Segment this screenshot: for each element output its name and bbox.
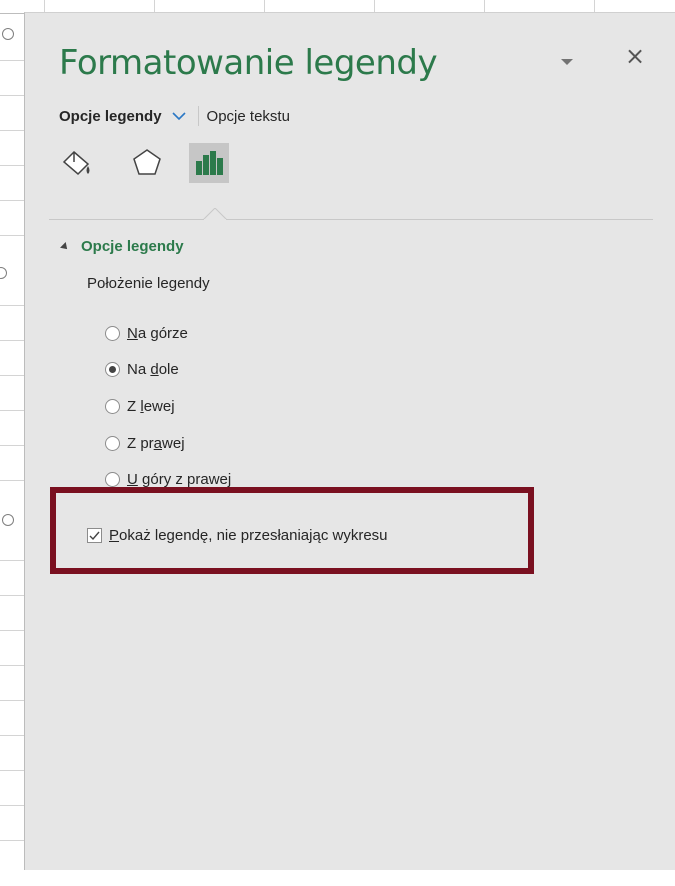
legend-position-label: Położenie legendy (87, 275, 210, 292)
close-button[interactable]: × (622, 43, 648, 69)
radio-label: Na dole (127, 361, 179, 378)
chevron-down-icon[interactable] (171, 109, 186, 123)
radio-left[interactable]: Z lewej (105, 398, 175, 415)
section-title: Opcje legendy (81, 238, 184, 255)
legend-options-button[interactable] (189, 143, 229, 183)
radio-top[interactable]: Na górze (105, 325, 188, 342)
active-tab-pointer (203, 208, 227, 220)
highlight-annotation-box (50, 487, 534, 574)
radio-button[interactable] (105, 399, 120, 414)
radio-right[interactable]: Z prawej (105, 435, 185, 452)
radio-label: Z lewej (127, 398, 175, 415)
radio-top-right[interactable]: U góry z prawej (105, 471, 231, 488)
tab-text-options[interactable]: Opcje tekstu (207, 108, 290, 125)
radio-label: Z prawej (127, 435, 185, 452)
section-divider (49, 219, 653, 220)
fill-line-button[interactable] (57, 143, 97, 183)
fill-line-icon (62, 150, 90, 176)
tab-separator (197, 106, 199, 126)
options-tabs: Opcje legendy Opcje tekstu (59, 105, 290, 127)
pane-options-button[interactable] (556, 51, 578, 73)
radio-label: Na górze (127, 325, 188, 342)
legend-options-section-header[interactable]: Opcje legendy (60, 238, 184, 255)
chart-resize-handle[interactable] (2, 514, 14, 526)
tab-legend-options[interactable]: Opcje legendy (59, 108, 162, 125)
radio-button-selected[interactable] (105, 362, 120, 377)
radio-button[interactable] (105, 472, 120, 487)
chart-resize-handle[interactable] (2, 28, 14, 40)
effects-button[interactable] (127, 143, 167, 183)
triangle-down-icon (561, 59, 573, 65)
grid-bottom-strip (0, 870, 675, 886)
radio-label: U góry z prawej (127, 471, 232, 488)
format-legend-pane: Formatowanie legendy × Opcje legendy Opc… (24, 12, 675, 870)
radio-button[interactable] (105, 436, 120, 451)
collapse-triangle-icon (60, 241, 70, 252)
effects-pentagon-icon (133, 149, 161, 175)
radio-button[interactable] (105, 326, 120, 341)
radio-bottom[interactable]: Na dole (105, 361, 179, 378)
pane-title: Formatowanie legendy (59, 43, 438, 83)
legend-options-chart-icon (196, 151, 223, 175)
